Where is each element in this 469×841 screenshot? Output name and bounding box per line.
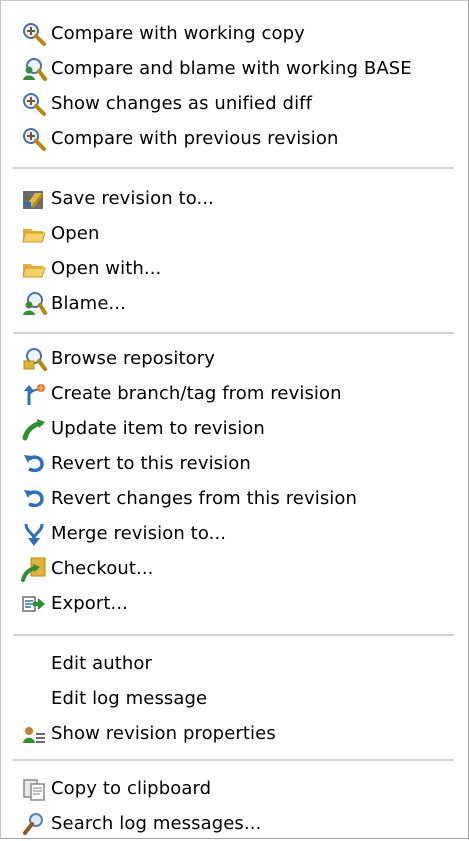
menu-item-export[interactable]: Export... xyxy=(1,587,466,621)
menu-item-label: Update item to revision xyxy=(51,418,265,439)
menu-item-label: Show revision properties xyxy=(51,723,276,744)
menu-item-label: Merge revision to... xyxy=(51,523,227,544)
magnifier-icon xyxy=(17,17,51,51)
revert-icon xyxy=(17,482,51,516)
menu-item-checkout[interactable]: Checkout... xyxy=(1,552,466,586)
merge-icon xyxy=(17,517,51,551)
properties-icon xyxy=(17,717,51,751)
checkout-icon xyxy=(17,552,51,586)
menu-item-compare-blame-base[interactable]: Compare and blame with working BASE xyxy=(1,52,466,86)
menu-item-label: Blame... xyxy=(51,293,126,314)
menu-item-label: Edit author xyxy=(51,653,152,674)
menu-item-label: Browse repository xyxy=(51,348,215,369)
empty-icon-slot xyxy=(17,682,51,716)
menu-item-browse-repository[interactable]: Browse repository xyxy=(1,342,466,376)
menu-item-label: Checkout... xyxy=(51,558,154,579)
menu-separator xyxy=(13,634,454,637)
menu-item-compare-working-copy[interactable]: Compare with working copy xyxy=(1,17,466,51)
menu-item-label: Show changes as unified diff xyxy=(51,93,313,114)
menu-item-label: Create branch/tag from revision xyxy=(51,383,342,404)
menu-item-label: Copy to clipboard xyxy=(51,778,212,799)
menu-item-revert-changes[interactable]: Revert changes from this revision xyxy=(1,482,466,516)
menu-item-unified-diff[interactable]: Show changes as unified diff xyxy=(1,87,466,121)
revert-icon xyxy=(17,447,51,481)
menu-item-create-branch-tag[interactable]: Create branch/tag from revision xyxy=(1,377,466,411)
menu-item-label: Search log messages... xyxy=(51,813,262,834)
blame-icon xyxy=(17,287,51,321)
menu-item-label: Revert to this revision xyxy=(51,453,251,474)
menu-item-label: Compare with working copy xyxy=(51,23,305,44)
menu-item-update-item[interactable]: Update item to revision xyxy=(1,412,466,446)
menu-separator xyxy=(13,759,454,762)
menu-item-show-revision-properties[interactable]: Show revision properties xyxy=(1,717,466,751)
menu-separator xyxy=(13,332,454,335)
clipboard-icon xyxy=(17,772,51,806)
menu-item-label: Open with... xyxy=(51,258,162,279)
folder-open-icon xyxy=(17,252,51,286)
menu-item-revert-to-revision[interactable]: Revert to this revision xyxy=(1,447,466,481)
menu-item-save-revision[interactable]: Save revision to... xyxy=(1,182,466,216)
menu-item-label: Compare and blame with working BASE xyxy=(51,58,412,79)
browse-repository-icon xyxy=(17,342,51,376)
branch-tag-icon xyxy=(17,377,51,411)
menu-item-compare-previous[interactable]: Compare with previous revision xyxy=(1,122,466,156)
menu-item-search-log-messages[interactable]: Search log messages... xyxy=(1,807,466,841)
menu-item-label: Save revision to... xyxy=(51,188,214,209)
menu-item-merge-revision[interactable]: Merge revision to... xyxy=(1,517,466,551)
menu-item-label: Open xyxy=(51,223,100,244)
folder-open-icon xyxy=(17,217,51,251)
menu-item-open-with[interactable]: Open with... xyxy=(1,252,466,286)
magnifier-icon xyxy=(17,87,51,121)
export-icon xyxy=(17,587,51,621)
menu-item-copy-to-clipboard[interactable]: Copy to clipboard xyxy=(1,772,466,806)
update-icon xyxy=(17,412,51,446)
menu-item-open[interactable]: Open xyxy=(1,217,466,251)
menu-item-blame[interactable]: Blame... xyxy=(1,287,466,321)
menu-item-label: Edit log message xyxy=(51,688,208,709)
menu-item-edit-log-message[interactable]: Edit log message xyxy=(1,682,466,716)
menu-item-label: Export... xyxy=(51,593,128,614)
save-revision-icon xyxy=(17,182,51,216)
context-menu: Compare with working copy Compare and bl… xyxy=(0,0,469,839)
menu-item-label: Compare with previous revision xyxy=(51,128,339,149)
search-log-icon xyxy=(17,807,51,841)
menu-item-edit-author[interactable]: Edit author xyxy=(1,647,466,681)
magnifier-icon xyxy=(17,122,51,156)
blame-magnifier-icon xyxy=(17,52,51,86)
menu-item-label: Revert changes from this revision xyxy=(51,488,358,509)
empty-icon-slot xyxy=(17,647,51,681)
menu-separator xyxy=(13,167,454,170)
